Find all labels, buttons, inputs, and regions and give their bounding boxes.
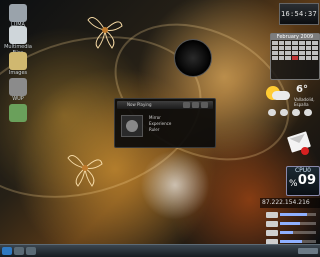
- calendar-day[interactable]: [285, 46, 292, 50]
- calendar-day[interactable]: [292, 41, 298, 45]
- calendar-day[interactable]: [312, 51, 318, 55]
- calendar-day[interactable]: [278, 41, 285, 45]
- folder-icon: [9, 52, 27, 70]
- calendar-day[interactable]: [298, 56, 305, 60]
- calendar-day[interactable]: [298, 51, 305, 55]
- calendar-day[interactable]: [292, 51, 298, 55]
- glow: [140, 150, 210, 220]
- hard-drive-icon: [266, 221, 278, 227]
- hard-drive-icon: [266, 212, 278, 218]
- calendar-widget[interactable]: February 2009: [270, 33, 320, 80]
- calendar-day[interactable]: [298, 46, 305, 50]
- previous-icon[interactable]: [183, 102, 190, 108]
- media-player-window[interactable]: Now Playing Mirror Experience Ruler: [114, 98, 216, 148]
- quick-launch-icon[interactable]: [26, 247, 36, 255]
- calendar-day[interactable]: [312, 41, 318, 45]
- taskbar[interactable]: [0, 244, 320, 257]
- ip-address-panel[interactable]: 87.222.154.216: [260, 198, 320, 208]
- recycle-bin-icon: [9, 104, 27, 122]
- calendar-grid: [271, 40, 319, 61]
- cpu-meter-widget[interactable]: CPU0 % 09: [286, 166, 320, 196]
- desktop-icon-label: Images: [8, 70, 28, 76]
- calendar-day[interactable]: [305, 41, 312, 45]
- flower-decoration: [67, 155, 103, 187]
- drive-usage-fill: [280, 222, 300, 225]
- calendar-day[interactable]: [305, 56, 312, 60]
- forecast-icon: [268, 109, 276, 116]
- start-button[interactable]: [2, 247, 12, 255]
- drive-usage-fill: [280, 231, 293, 234]
- forecast-icon: [292, 109, 300, 116]
- desktop-icon-label: WUP: [12, 96, 24, 102]
- forecast-icon: [280, 109, 288, 116]
- album-art: [121, 115, 143, 137]
- calendar-day[interactable]: [298, 41, 305, 45]
- next-icon[interactable]: [201, 102, 208, 108]
- drive-meter[interactable]: [266, 220, 318, 228]
- temperature: 6°: [296, 84, 308, 95]
- calendar-day[interactable]: [272, 46, 278, 50]
- calendar-day[interactable]: [305, 51, 312, 55]
- calendar-day[interactable]: [272, 56, 278, 60]
- orb-decoration: [174, 39, 212, 77]
- calendar-day[interactable]: [292, 46, 298, 50]
- calendar-day[interactable]: [272, 41, 278, 45]
- desktop-icon-recycle-bin[interactable]: [4, 104, 32, 138]
- calendar-day[interactable]: [312, 56, 318, 60]
- drive-meter[interactable]: [266, 211, 318, 219]
- weather-widget[interactable]: 6° Valladolid, España: [262, 81, 318, 126]
- clock-time: 16:54:37: [280, 10, 318, 18]
- calendar-day-selected[interactable]: [292, 56, 298, 60]
- forecast-icon: [304, 109, 312, 116]
- ip-address: 87.222.154.216: [262, 199, 310, 206]
- computer-icon: [9, 4, 27, 22]
- calendar-day[interactable]: [278, 51, 285, 55]
- cpu-percent-sign: %: [289, 179, 298, 189]
- hard-drive-icon: [266, 230, 278, 236]
- flower-decoration: [87, 17, 123, 49]
- track-info: Mirror Experience Ruler: [149, 115, 171, 133]
- system-tray[interactable]: [298, 248, 318, 254]
- calendar-day[interactable]: [285, 51, 292, 55]
- calendar-header: February 2009: [271, 34, 319, 40]
- play-pause-icon[interactable]: [192, 102, 199, 108]
- calendar-day[interactable]: [285, 56, 292, 60]
- calendar-day[interactable]: [278, 46, 285, 50]
- clock-widget[interactable]: 16:54:37: [279, 3, 319, 25]
- album-art-placeholder: [126, 120, 138, 132]
- calendar-day[interactable]: [278, 56, 285, 60]
- calendar-day[interactable]: [312, 46, 318, 50]
- calendar-day[interactable]: [272, 51, 278, 55]
- location: Valladolid, España: [294, 97, 315, 107]
- drive-usage-fill: [280, 213, 307, 216]
- application-icon: [9, 78, 27, 96]
- notification-badge: [301, 147, 309, 155]
- player-title: Now Playing: [127, 102, 152, 107]
- calendar-day[interactable]: [305, 46, 312, 50]
- drive-meter[interactable]: [266, 229, 318, 237]
- cloud-icon: [272, 91, 290, 100]
- folder-icon: [9, 26, 27, 44]
- drive-usage-fill: [280, 240, 303, 243]
- calendar-day[interactable]: [285, 41, 292, 45]
- quick-launch-icon[interactable]: [14, 247, 24, 255]
- player-titlebar[interactable]: Now Playing: [117, 101, 213, 109]
- track-name: Ruler: [149, 127, 160, 132]
